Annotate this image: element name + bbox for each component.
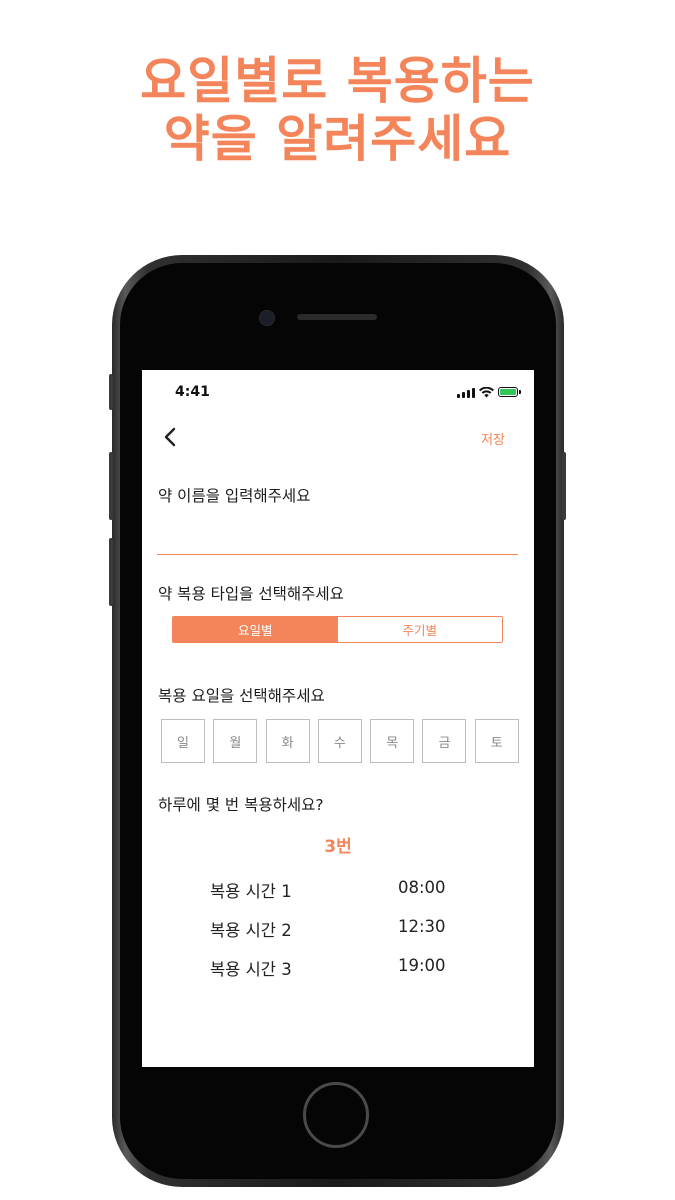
signal-icon <box>457 387 475 398</box>
dose-time-row: 복용 시간 1 08:00 <box>142 878 534 917</box>
home-button[interactable] <box>303 1082 369 1148</box>
front-camera <box>259 310 275 326</box>
segment-interval[interactable]: 주기별 <box>337 617 502 642</box>
day-friday[interactable]: 금 <box>422 719 467 763</box>
dose-time-value[interactable]: 08:00 <box>398 878 446 897</box>
earpiece-speaker <box>297 314 377 320</box>
segment-weekday[interactable]: 요일별 <box>173 617 338 642</box>
day-sunday[interactable]: 일 <box>161 719 205 763</box>
dose-type-segmented-control: 요일별 주기별 <box>172 616 503 643</box>
headline-line-1: 요일별로 복용하는 <box>140 52 535 110</box>
days-label: 복용 요일을 선택해주세요 <box>158 687 325 705</box>
dose-time-label: 복용 시간 3 <box>210 960 292 979</box>
save-button[interactable]: 저장 <box>481 429 505 448</box>
day-tuesday[interactable]: 화 <box>265 719 310 763</box>
frequency-value[interactable]: 3번 <box>142 832 534 857</box>
medicine-name-input[interactable] <box>157 520 518 555</box>
status-time: 4:41 <box>175 384 210 400</box>
day-selector: 일 월 화 수 목 금 토 <box>161 719 519 763</box>
power-button <box>562 452 566 520</box>
app-screen: 4:41 저장 약 이름을 입력해주세요 약 복용 타입을 선택해주세요 요일별… <box>142 370 534 1067</box>
battery-icon <box>498 387 521 397</box>
headline-line-2: 약을 알려주세요 <box>163 110 512 168</box>
headline: 요일별로 복용하는 약을 알려주세요 <box>0 52 675 168</box>
dose-time-value[interactable]: 12:30 <box>398 917 446 936</box>
dose-time-label: 복용 시간 1 <box>210 882 292 901</box>
mute-switch <box>109 374 113 410</box>
day-thursday[interactable]: 목 <box>370 719 415 763</box>
dose-time-label: 복용 시간 2 <box>210 921 292 940</box>
back-button[interactable] <box>160 425 182 449</box>
chevron-left-icon <box>164 427 176 447</box>
dose-type-label: 약 복용 타입을 선택해주세요 <box>158 585 344 603</box>
wifi-icon <box>479 386 494 397</box>
day-wednesday[interactable]: 수 <box>317 719 362 763</box>
status-icons <box>457 385 521 399</box>
day-saturday[interactable]: 토 <box>474 719 519 763</box>
volume-down-button <box>109 538 113 606</box>
dose-time-value[interactable]: 19:00 <box>398 956 446 975</box>
dose-time-row: 복용 시간 2 12:30 <box>142 917 534 956</box>
frequency-label: 하루에 몇 번 복용하세요? <box>158 796 324 814</box>
dose-time-row: 복용 시간 3 19:00 <box>142 956 534 995</box>
volume-up-button <box>109 452 113 520</box>
medicine-name-label: 약 이름을 입력해주세요 <box>158 487 311 505</box>
dose-times-list: 복용 시간 1 08:00 복용 시간 2 12:30 복용 시간 3 19:0… <box>142 878 534 995</box>
day-monday[interactable]: 월 <box>213 719 258 763</box>
